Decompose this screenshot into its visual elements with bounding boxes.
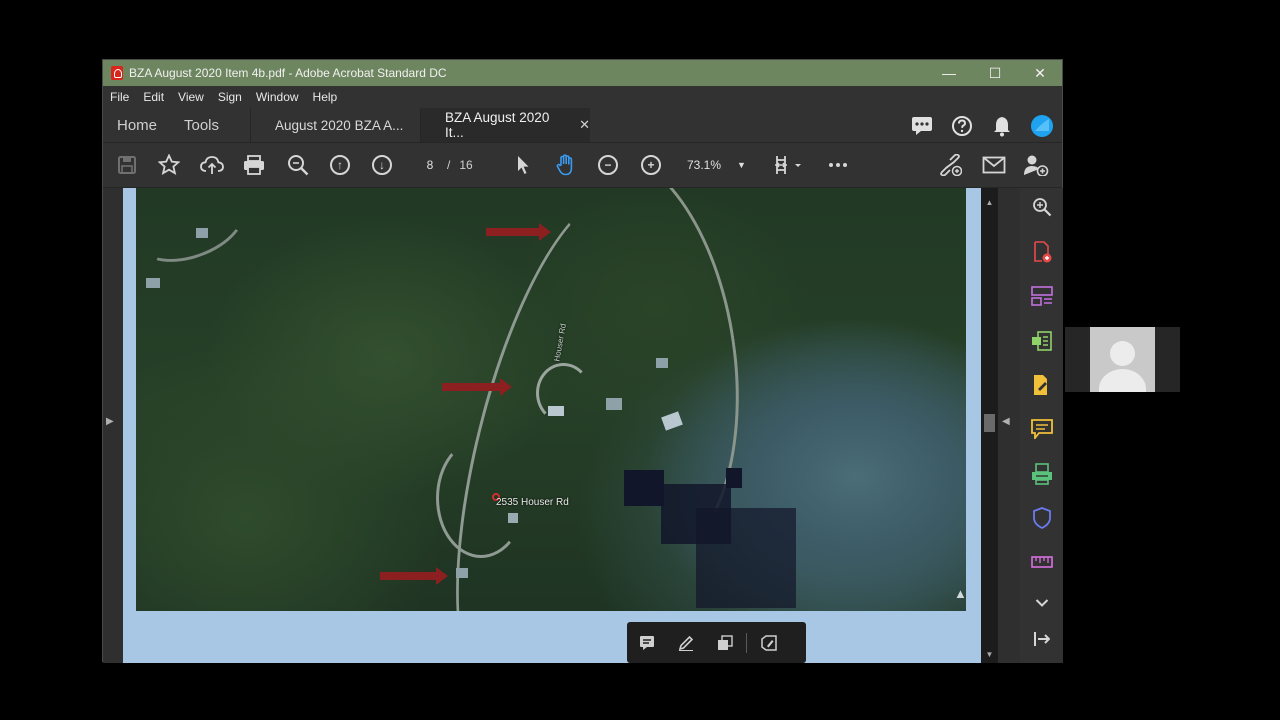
star-icon[interactable]	[151, 143, 187, 187]
avatar-head	[1110, 341, 1135, 366]
menu-help[interactable]: Help	[313, 90, 338, 104]
floating-annotation-toolbar	[627, 622, 806, 663]
page-count: / 16	[447, 153, 473, 177]
page-number-input[interactable]: 8	[415, 153, 445, 177]
right-panel-toggle-icon[interactable]: ◀	[1002, 416, 1010, 427]
upload-cloud-icon[interactable]	[194, 143, 230, 187]
red-arrow	[486, 223, 551, 241]
help-icon[interactable]	[942, 108, 982, 143]
redaction-block	[624, 470, 664, 506]
tab-document-2-label: BZA August 2020 It...	[445, 110, 550, 140]
save-icon[interactable]	[109, 143, 145, 187]
add-user-icon[interactable]	[1018, 143, 1054, 187]
zoom-tool-icon[interactable]	[1020, 192, 1063, 222]
copy-icon[interactable]	[705, 634, 744, 651]
tab-tools[interactable]: Tools	[184, 108, 250, 142]
scroll-up-icon[interactable]: ▲	[981, 198, 998, 207]
measure-ruler-icon[interactable]	[1020, 547, 1063, 577]
north-arrow-icon: ▲	[954, 586, 966, 601]
scroll-down-icon[interactable]: ▼	[981, 650, 998, 659]
red-arrow	[442, 378, 512, 396]
left-panel-toggle-icon[interactable]: ▶	[106, 416, 114, 427]
document-viewport[interactable]: ▶ 2535 Houser Rd Houser Rd ▲ ◀ ▲ ▼	[103, 188, 1020, 663]
title-bar: BZA August 2020 Item 4b.pdf - Adobe Acro…	[103, 60, 1062, 86]
page-separator: /	[447, 158, 451, 172]
chevron-down-icon[interactable]: ▼	[737, 160, 746, 170]
arrow-up-circle-icon[interactable]: ↑	[322, 143, 358, 187]
tab-document-1-label: August 2020 BZA A...	[275, 117, 404, 133]
minus-circle-icon[interactable]: −	[590, 143, 626, 187]
menu-sign[interactable]: Sign	[218, 90, 242, 104]
address-label: 2535 Houser Rd	[496, 497, 569, 508]
share-link-icon[interactable]	[932, 143, 968, 187]
zoom-level[interactable]: 73.1% ▼	[687, 153, 746, 177]
plus-circle-icon[interactable]: +	[633, 143, 669, 187]
menu-file[interactable]: File	[110, 90, 129, 104]
right-tools-panel	[1020, 188, 1063, 663]
pencil-draw-icon[interactable]	[666, 635, 705, 651]
organize-pages-icon[interactable]	[1020, 281, 1063, 311]
participant-video-tile	[1065, 327, 1180, 392]
close-button[interactable]: ✕	[1017, 60, 1063, 86]
tab-close-icon[interactable]: ✕	[579, 117, 590, 133]
menu-bar: File Edit View Sign Window Help	[103, 86, 1062, 108]
scan-ocr-icon[interactable]	[1020, 459, 1063, 489]
toolbar-divider	[746, 632, 747, 653]
scrollbar-thumb[interactable]	[984, 414, 995, 432]
collapse-panel-icon[interactable]	[1020, 624, 1063, 654]
edit-pdf-icon[interactable]	[1020, 370, 1063, 400]
print-icon[interactable]	[236, 143, 272, 187]
house	[146, 278, 160, 288]
tab-home[interactable]: Home	[117, 108, 184, 142]
total-pages: 16	[459, 158, 473, 172]
avatar	[1090, 327, 1155, 392]
account-avatar-icon[interactable]	[1022, 108, 1062, 143]
tab-bar: Home Tools August 2020 BZA A... BZA Augu…	[103, 108, 1062, 143]
search-zoom-icon[interactable]	[280, 143, 316, 187]
tab-document-1[interactable]: August 2020 BZA A...	[250, 108, 420, 142]
vertical-scrollbar[interactable]: ▲ ▼	[981, 188, 998, 663]
red-arrow	[380, 567, 448, 585]
tab-document-2[interactable]: BZA August 2020 It... ✕	[420, 108, 590, 142]
hand-icon[interactable]	[548, 143, 584, 187]
road-curve	[136, 188, 253, 276]
protect-shield-icon[interactable]	[1020, 503, 1063, 533]
avatar-body	[1099, 369, 1146, 392]
comment-bubble-icon[interactable]	[902, 108, 942, 143]
house	[508, 513, 518, 523]
pdf-page: 2535 Houser Rd Houser Rd ▲	[123, 188, 981, 663]
toolbar: ↑ ↓ 8 / 16 − + 73.1% ▼	[103, 143, 1062, 188]
arrow-down-circle-icon[interactable]: ↓	[364, 143, 400, 187]
redaction-block	[696, 508, 796, 608]
create-pdf-icon[interactable]	[1020, 237, 1063, 267]
pdf-icon	[111, 66, 123, 80]
email-icon[interactable]	[976, 143, 1012, 187]
house	[456, 568, 468, 578]
pointer-icon[interactable]	[505, 143, 541, 187]
menu-window[interactable]: Window	[256, 90, 299, 104]
stamp-edit-icon[interactable]	[749, 634, 788, 651]
window-title: BZA August 2020 Item 4b.pdf - Adobe Acro…	[129, 66, 447, 80]
export-pdf-icon[interactable]	[1020, 326, 1063, 356]
sticky-note-icon[interactable]	[627, 635, 666, 651]
house	[656, 358, 668, 368]
comment-tool-icon[interactable]	[1020, 414, 1063, 444]
expand-tools-chevron-icon[interactable]	[1020, 588, 1063, 618]
zoom-value: 73.1%	[687, 158, 722, 172]
acrobat-window: BZA August 2020 Item 4b.pdf - Adobe Acro…	[102, 59, 1063, 663]
menu-edit[interactable]: Edit	[143, 90, 164, 104]
house	[548, 406, 564, 416]
aerial-map-image: 2535 Houser Rd Houser Rd ▲	[136, 188, 966, 611]
house	[606, 398, 622, 410]
redaction-block	[726, 468, 742, 488]
maximize-button[interactable]: ☐	[972, 60, 1018, 86]
menu-view[interactable]: View	[178, 90, 204, 104]
page-fit-icon[interactable]	[767, 143, 811, 187]
minimize-button[interactable]: —	[926, 60, 972, 86]
house	[196, 228, 208, 238]
more-options-icon[interactable]	[820, 143, 856, 187]
bell-icon[interactable]	[982, 108, 1022, 143]
tab-bar-actions	[902, 108, 1062, 143]
